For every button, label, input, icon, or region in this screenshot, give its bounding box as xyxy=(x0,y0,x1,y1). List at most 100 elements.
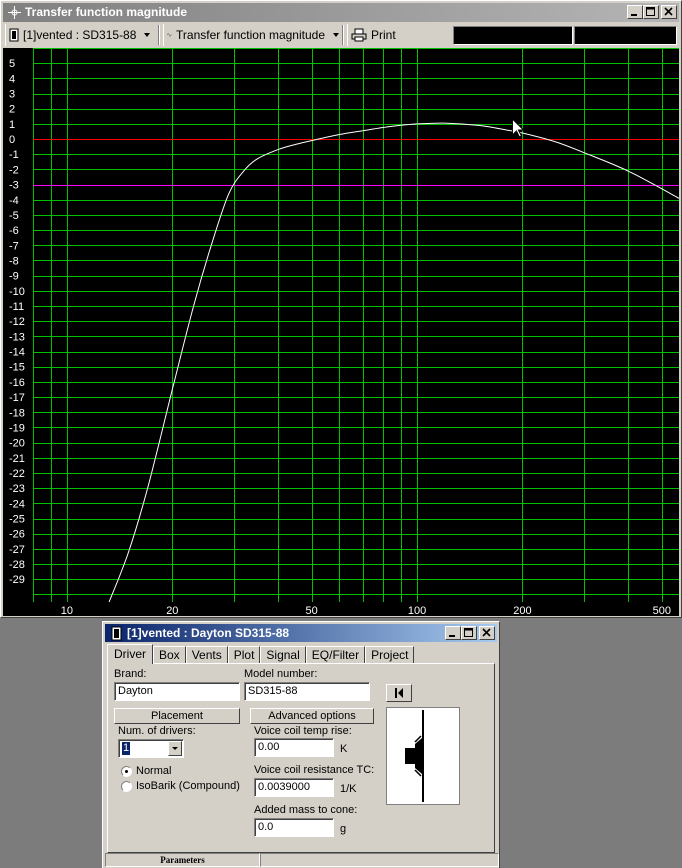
tab-box[interactable]: Box xyxy=(153,646,186,664)
added-mass-input[interactable]: 0.0 xyxy=(254,818,334,837)
speaker-icon xyxy=(395,688,403,698)
tab-signal[interactable]: Signal xyxy=(260,646,306,664)
y-tick-label: -13 xyxy=(9,331,25,343)
tab-eq-filter[interactable]: EQ/Filter xyxy=(305,646,366,664)
maximize-icon xyxy=(646,7,655,16)
vc-temp-rise-input[interactable]: 0.00 xyxy=(254,738,334,757)
mouse-pointer-icon xyxy=(511,117,525,138)
transfer-function-chart[interactable]: 543210-1-2-3-4-5-6-7-8-9-10-11-12-13-14-… xyxy=(3,48,679,616)
y-tick-label: -18 xyxy=(9,407,25,419)
radio-isobarik-label[interactable]: IsoBarik (Compound) xyxy=(136,780,240,792)
view-selector-label: Transfer function magnitude xyxy=(176,28,325,42)
project-selector[interactable]: [1]vented : SD315-88 xyxy=(5,24,157,46)
x-tick-label: 200 xyxy=(513,605,531,616)
y-tick-label: -24 xyxy=(9,498,25,510)
y-tick-label: -17 xyxy=(9,392,25,404)
y-tick-label: -7 xyxy=(9,240,19,252)
y-tick-label: -19 xyxy=(9,422,25,434)
minimize-button[interactable] xyxy=(627,5,643,19)
main-toolbar: [1]vented : SD315-88 Transfer function m… xyxy=(3,23,679,47)
x-tick-label: 20 xyxy=(166,605,178,616)
num-drivers-select[interactable]: 1 xyxy=(118,739,184,758)
driver-status-bar: Parameters xyxy=(105,853,499,867)
num-drivers-value: 1 xyxy=(122,742,131,755)
y-tick-label: -6 xyxy=(9,225,19,237)
speaker-icon xyxy=(111,626,122,641)
tab-vents[interactable]: Vents xyxy=(185,646,228,664)
y-tick-label: -4 xyxy=(9,195,19,207)
driver-window-title: [1]vented : Dayton SD315-88 xyxy=(127,626,290,640)
y-tick-label: -16 xyxy=(9,377,25,389)
vc-resistance-tc-label: Voice coil resistance TC: xyxy=(254,764,375,776)
y-tick-label: -3 xyxy=(9,180,19,192)
print-button[interactable]: Print xyxy=(347,24,407,46)
tab-driver[interactable]: Driver xyxy=(107,644,153,664)
close-button[interactable] xyxy=(479,626,495,640)
main-title-bar[interactable]: Transfer function magnitude xyxy=(3,3,679,22)
driver-window-controls xyxy=(445,626,495,640)
toolbar-separator xyxy=(342,25,344,45)
chevron-down-icon xyxy=(144,33,151,37)
y-tick-label: 4 xyxy=(9,73,15,85)
driver-title-bar[interactable]: [1]vented : Dayton SD315-88 xyxy=(105,624,497,642)
y-tick-label: -29 xyxy=(9,574,25,586)
vc-resistance-tc-unit: 1/K xyxy=(340,783,357,795)
y-tick-label: -12 xyxy=(9,316,25,328)
project-selector-label: [1]vented : SD315-88 xyxy=(23,28,137,42)
readout-box-1 xyxy=(453,26,573,45)
y-tick-label: -21 xyxy=(9,453,25,465)
driver-tabs: Driver Box Vents Plot Signal EQ/Filter P… xyxy=(107,644,415,664)
vc-temp-rise-unit: K xyxy=(340,743,348,755)
y-tick-label: -22 xyxy=(9,468,25,480)
radio-normal-label[interactable]: Normal xyxy=(136,765,171,777)
brand-input[interactable]: Dayton xyxy=(114,682,240,701)
driver-tab-panel: Brand: Dayton Model number: SD315-88 Pla… xyxy=(107,663,495,853)
driver-cross-section-icon xyxy=(405,710,424,802)
y-tick-label: -28 xyxy=(9,559,25,571)
y-tick-label: 2 xyxy=(9,104,15,116)
x-tick-label: 500 xyxy=(653,605,671,616)
toolbar-separator xyxy=(158,25,160,45)
maximize-button[interactable] xyxy=(461,626,477,640)
sine-wave-icon xyxy=(167,33,172,37)
close-icon xyxy=(482,628,491,637)
view-selector[interactable]: Transfer function magnitude xyxy=(163,24,339,46)
radio-normal[interactable] xyxy=(121,766,132,777)
y-tick-label: -25 xyxy=(9,514,25,526)
crosshair-icon xyxy=(8,6,21,19)
placement-button[interactable]: Placement xyxy=(114,708,240,724)
close-button[interactable] xyxy=(661,5,677,19)
main-window-title: Transfer function magnitude xyxy=(25,5,188,19)
minimize-button[interactable] xyxy=(445,626,461,640)
y-tick-label: 3 xyxy=(9,89,15,101)
maximize-icon xyxy=(464,628,473,637)
minimize-icon xyxy=(631,14,637,16)
transfer-function-window: Transfer function magnitude [1]vented : … xyxy=(0,0,682,618)
tab-project[interactable]: Project xyxy=(365,646,415,664)
y-tick-label: 5 xyxy=(9,58,15,70)
chart-area[interactable]: 5 4 3 2 1 0 -1 -2 -3 -4 -5 -6 -7 -8 -9 -10 -11 -12 -13 -14-… xyxy=(3,48,679,616)
vc-resistance-tc-input[interactable]: 0.0039000 xyxy=(254,778,334,797)
y-tick-label: -1 xyxy=(9,149,19,161)
tab-plot[interactable]: Plot xyxy=(227,646,261,664)
y-tick-label: -23 xyxy=(9,483,25,495)
y-tick-label: -15 xyxy=(9,362,25,374)
radio-isobarik[interactable] xyxy=(121,781,132,792)
driver-database-button[interactable] xyxy=(386,684,412,702)
y-tick-label: 1 xyxy=(9,119,15,131)
close-icon xyxy=(664,7,673,16)
status-empty xyxy=(260,853,499,867)
advanced-options-button[interactable]: Advanced options xyxy=(250,708,374,724)
chevron-down-icon xyxy=(333,33,339,37)
magnitude-curve xyxy=(108,122,679,603)
main-window-controls xyxy=(627,5,677,19)
chevron-down-icon[interactable] xyxy=(168,741,182,756)
print-label: Print xyxy=(371,28,396,42)
x-tick-label: 50 xyxy=(306,605,318,616)
speaker-icon xyxy=(9,28,19,42)
y-tick-label: -10 xyxy=(9,286,25,298)
maximize-button[interactable] xyxy=(643,5,659,19)
model-number-input[interactable]: SD315-88 xyxy=(244,682,370,701)
y-tick-label: -20 xyxy=(9,438,25,450)
num-drivers-label: Num. of drivers: xyxy=(118,725,196,737)
